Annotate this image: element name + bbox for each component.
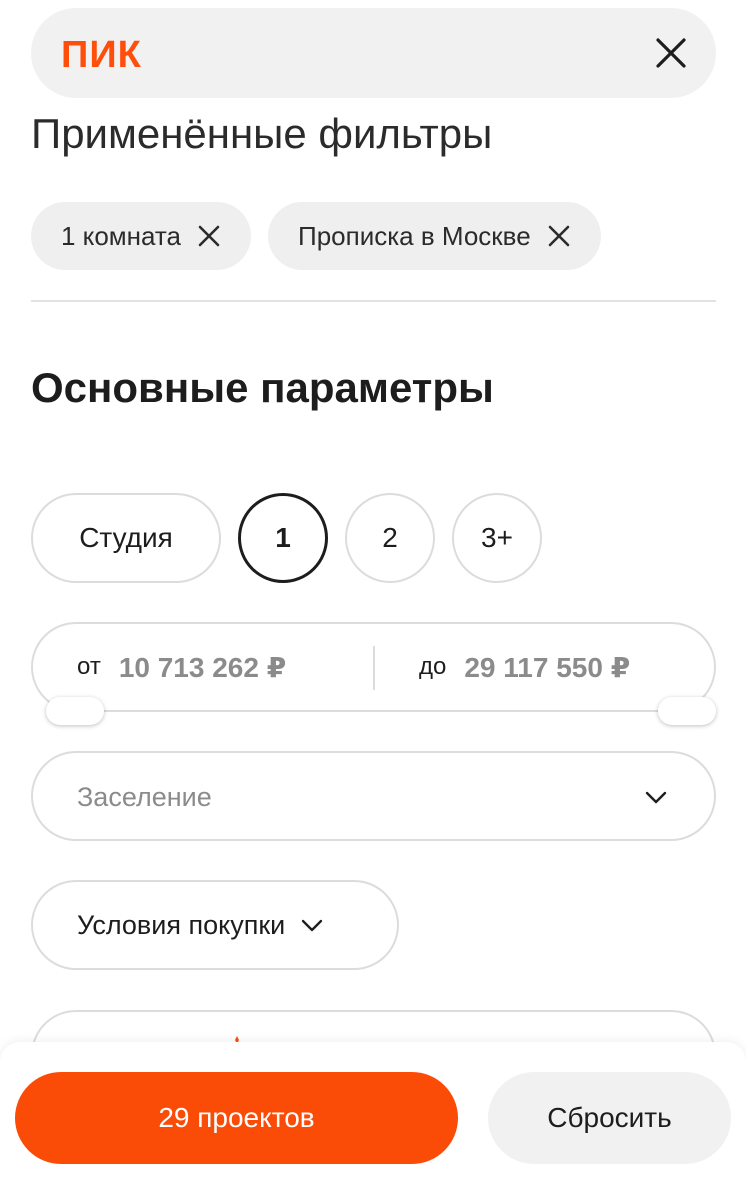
settlement-placeholder: Заселение [77, 782, 212, 812]
brand-logo[interactable]: ПИК [61, 36, 142, 74]
price-to-value[interactable]: 29 117 550 ₽ [464, 651, 630, 684]
room-option-1[interactable]: 1 [238, 493, 328, 583]
filter-chip-label: 1 комната [61, 220, 182, 251]
applied-filters-title: Применённые фильтры [31, 110, 493, 157]
filter-chip-label: Прописка в Москве [298, 220, 531, 251]
price-slider-max-handle[interactable] [658, 697, 716, 725]
reset-filters-button[interactable]: Сбросить [488, 1072, 731, 1164]
close-icon[interactable] [195, 222, 223, 250]
filter-chip-rooms[interactable]: 1 комната [31, 202, 252, 270]
applied-filter-chips: 1 комната Прописка в Москве [31, 202, 601, 270]
chevron-down-icon [645, 791, 667, 804]
main-params-title: Основные параметры [31, 364, 494, 411]
room-option-3plus[interactable]: 3+ [452, 493, 542, 583]
price-from-label: от [77, 653, 101, 680]
price-to-label: до [419, 653, 447, 680]
show-projects-button[interactable]: 29 проектов [15, 1072, 458, 1164]
footer-action-bar: 29 проектов Сбросить [0, 1042, 746, 1200]
price-from-value[interactable]: 10 713 262 ₽ [119, 651, 286, 684]
price-separator [373, 646, 375, 690]
close-icon [656, 38, 686, 68]
price-slider-min-handle[interactable] [46, 697, 104, 725]
room-option-studio[interactable]: Студия [31, 493, 221, 583]
price-to-field[interactable]: до 29 117 550 ₽ [419, 624, 630, 710]
price-range-field: от 10 713 262 ₽ до 29 117 550 ₽ [31, 622, 716, 712]
header-bar: ПИК [31, 8, 716, 98]
room-option-2[interactable]: 2 [345, 493, 435, 583]
price-from-field[interactable]: от 10 713 262 ₽ [77, 624, 286, 710]
close-button[interactable] [648, 30, 694, 76]
purchase-conditions-label: Условия покупки [77, 909, 286, 940]
filter-chip-registration[interactable]: Прописка в Москве [268, 202, 601, 270]
purchase-conditions-dropdown[interactable]: Условия покупки [31, 880, 399, 970]
chevron-down-icon [299, 912, 325, 938]
close-icon[interactable] [545, 222, 573, 250]
settlement-select[interactable]: Заселение [31, 751, 716, 841]
section-divider [31, 300, 716, 302]
room-selector: Студия 1 2 3+ [31, 493, 542, 583]
